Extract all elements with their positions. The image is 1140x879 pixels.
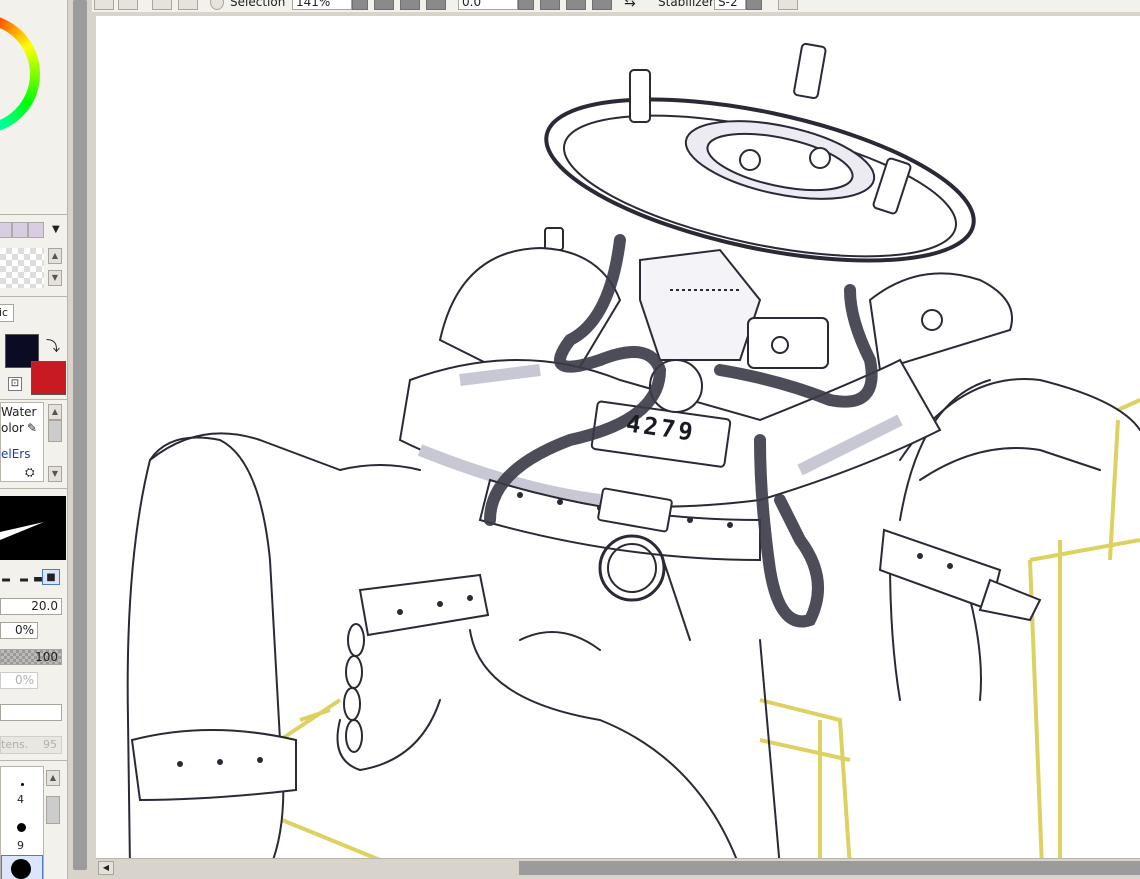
scroll-left-icon[interactable]: ◀ [98, 861, 114, 875]
left-panel-scrollbar[interactable] [68, 0, 92, 879]
zoom-out-button[interactable] [374, 0, 394, 10]
size-preset[interactable]: 9 [1, 819, 43, 852]
color-swatch-1[interactable] [0, 222, 12, 238]
toolbar-button-3[interactable] [152, 0, 172, 10]
angle-dropdown-button[interactable] [518, 0, 534, 10]
zoom-reset-button[interactable] [426, 0, 446, 10]
size-dot [17, 823, 26, 832]
tab-mode[interactable]: ic [0, 304, 14, 322]
intensity-slider[interactable]: tens. 95 [0, 736, 62, 754]
rotate-reset-button[interactable] [592, 0, 612, 10]
horizontal-scroll-thumb[interactable] [519, 861, 1140, 875]
swap-colors-icon[interactable]: ⤵ [46, 336, 60, 356]
swatch-menu-chevron-down-icon[interactable]: ▼ [52, 224, 60, 235]
blending-field[interactable]: 0% [0, 672, 38, 689]
toolbar-extra-button[interactable] [778, 0, 798, 10]
reset-colors-icon[interactable]: ⊡ [8, 377, 22, 391]
brush-item-label[interactable]: olor [1, 421, 24, 435]
tool-panel: ▼ ▲ ▼ ic ⤵ ⊡ Water olor ✎ elErs ⛭ ▲ ▼ ▂ … [0, 0, 68, 879]
intensity-label: tens. [1, 738, 29, 751]
color-swatch-3[interactable] [28, 222, 44, 238]
rotate-left-button[interactable] [540, 0, 560, 10]
min-size-field[interactable]: 0% [0, 622, 38, 639]
size-preset-selected[interactable] [1, 855, 43, 879]
max-size-field[interactable]: 20.0 [0, 598, 62, 615]
size-label: 9 [17, 839, 24, 852]
brush-shape-1-icon[interactable]: ▂ [0, 569, 14, 585]
zoom-in-button[interactable] [400, 0, 420, 10]
sketch-artwork [126, 42, 1140, 868]
zoom-field[interactable]: 141% [292, 0, 352, 10]
panel-divider [0, 488, 67, 489]
canvas-frame: 4279 [92, 12, 1140, 879]
size-dot [21, 783, 24, 786]
texture-field[interactable] [0, 704, 62, 721]
toolbar-button-1[interactable] [94, 0, 114, 10]
size-label: 4 [17, 793, 24, 806]
size-dot [11, 859, 31, 879]
brush-preset-label[interactable]: elErs [1, 447, 30, 461]
transparent-swatch-area[interactable] [0, 248, 44, 288]
angle-field[interactable]: 0.0 [458, 0, 518, 10]
intensity-value: 95 [43, 738, 57, 751]
panel-divider [0, 760, 67, 761]
scroll-up-icon[interactable]: ▲ [48, 248, 62, 264]
brush-shape-4-icon[interactable]: ■ [42, 569, 60, 585]
panel-divider [0, 214, 67, 215]
brush-list-scroll-thumb[interactable] [48, 420, 62, 442]
zoom-dropdown-button[interactable] [352, 0, 368, 10]
horizontal-scrollbar[interactable]: ◀ [96, 858, 1140, 877]
brush-stroke-shape [0, 522, 44, 540]
left-panel-scroll-thumb[interactable] [73, 0, 87, 870]
color-swatch-2[interactable] [12, 222, 28, 238]
stabilizer-label: Stabilizer [658, 0, 714, 9]
brush-item-label[interactable]: Water [1, 405, 36, 419]
brush-list-scroll-down-icon[interactable]: ▼ [48, 466, 62, 482]
scroll-down-icon[interactable]: ▼ [48, 270, 62, 286]
flip-arrow-icon[interactable]: ⇆ [624, 0, 636, 10]
rotate-right-button[interactable] [566, 0, 586, 10]
size-preset[interactable]: 4 [1, 777, 43, 807]
size-list-scroll-thumb[interactable] [46, 796, 60, 824]
eyedropper-icon[interactable]: ✎ [27, 421, 37, 435]
density-slider[interactable]: 100 [0, 649, 62, 665]
drawing-canvas[interactable]: 4279 [96, 16, 1140, 868]
panel-divider [0, 296, 67, 297]
secondary-color-swatch[interactable] [31, 361, 66, 395]
toolbar-button-4[interactable] [178, 0, 198, 10]
size-list-scroll-up-icon[interactable]: ▲ [46, 770, 60, 786]
brush-size-list: 4 9 [0, 766, 44, 879]
panel-divider [0, 399, 67, 400]
toolbar-button-2[interactable] [118, 0, 138, 10]
stabilizer-dropdown-button[interactable] [746, 0, 762, 10]
selection-label: Selection [230, 0, 286, 9]
brush-stroke-preview [0, 496, 66, 560]
brush-list: Water olor ✎ elErs ⛭ [0, 402, 44, 482]
selection-toggle-icon[interactable] [210, 0, 224, 10]
brush-settings-icon[interactable]: ⛭ [25, 465, 35, 480]
stabilizer-field[interactable]: S-2 [714, 0, 746, 10]
brush-list-scroll-up-icon[interactable]: ▲ [48, 404, 62, 420]
